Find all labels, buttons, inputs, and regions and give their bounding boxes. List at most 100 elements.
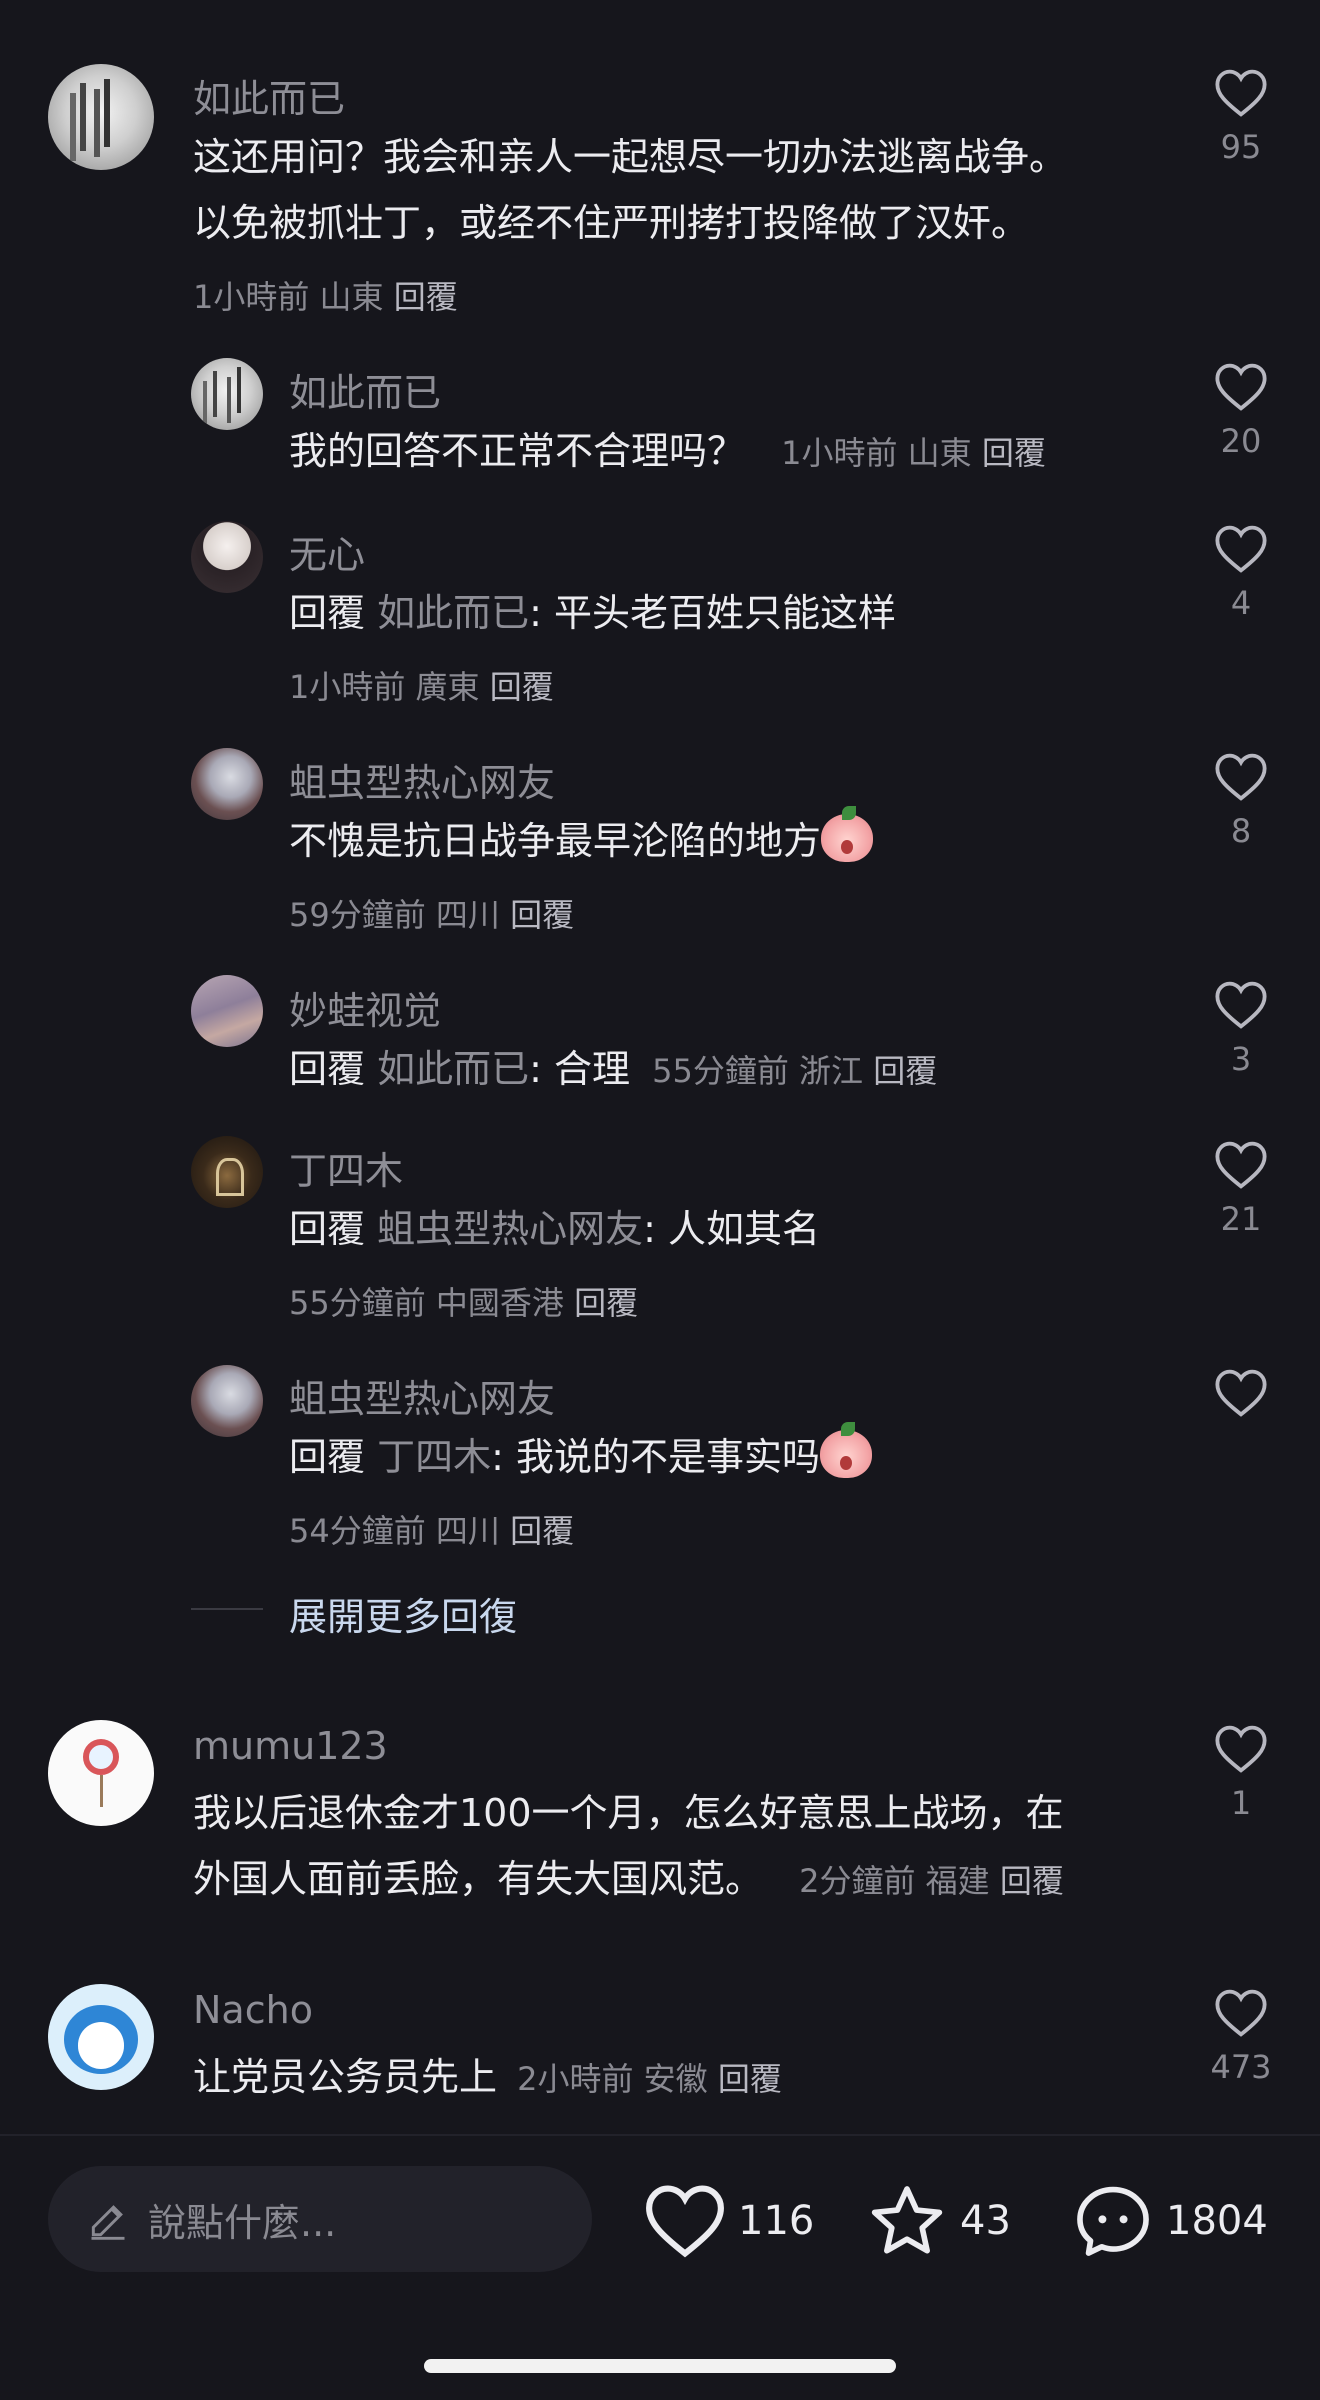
comment-meta: 55分鐘前 浙江 回覆	[652, 1052, 937, 1090]
comment-time: 55分鐘前	[289, 1284, 426, 1322]
comment-author[interactable]: 如此而已	[193, 68, 345, 123]
comment-author[interactable]: 如此而已	[289, 362, 441, 417]
comment-time: 1小時前	[781, 434, 898, 472]
comment-text: 不愧是抗日战争最早沦陷的地方	[289, 806, 874, 874]
like-count: 473	[1210, 2048, 1272, 2086]
home-indicator[interactable]	[424, 2359, 896, 2373]
comment-author[interactable]: 蛆虫型热心网友	[289, 1368, 555, 1423]
comment-time: 55分鐘前	[652, 1052, 789, 1090]
like-post-button[interactable]: 116	[644, 2176, 814, 2266]
comment-meta: 59分鐘前 四川 回覆	[289, 890, 574, 936]
reply-button[interactable]: 回覆	[510, 1512, 574, 1550]
reply-target[interactable]: 如此而已	[377, 1047, 529, 1091]
avatar[interactable]	[48, 1720, 154, 1826]
comment-text-content: : 合理	[529, 1047, 631, 1091]
comment-text-line: 这还用问？我会和亲人一起想尽一切办法逃离战争。	[193, 135, 1068, 179]
comment-author[interactable]: mumu123	[193, 1724, 388, 1768]
like-count: 1	[1230, 1784, 1252, 1822]
reply-button[interactable]: 回覆	[1000, 1862, 1064, 1900]
reply-target[interactable]: 蛆虫型热心网友	[377, 1207, 643, 1251]
avatar[interactable]	[191, 748, 263, 820]
avatar[interactable]	[191, 975, 263, 1047]
avatar[interactable]	[191, 1136, 263, 1208]
avatar[interactable]	[191, 358, 263, 430]
pencil-icon	[91, 2205, 125, 2240]
comment-author[interactable]: 丁四木	[289, 1140, 403, 1195]
heart-outline-icon	[1215, 753, 1267, 801]
reply-button[interactable]: 回覆	[718, 2060, 782, 2098]
like-count: 8	[1230, 812, 1252, 850]
comment-text: 回覆 如此而已: 合理 55分鐘前 浙江 回覆	[289, 1036, 937, 1104]
comment-time: 59分鐘前	[289, 896, 426, 934]
chat-bubble-icon	[1077, 2186, 1149, 2256]
comment-location: 四川	[435, 896, 500, 934]
comment-meta: 2分鐘前 福建 回覆	[799, 1862, 1064, 1900]
reply-button[interactable]: 回覆	[394, 278, 458, 316]
comment-text-content: 让党员公务员先上	[193, 2055, 498, 2099]
comment-button[interactable]: 1804	[1072, 2176, 1268, 2266]
avatar[interactable]	[191, 1365, 263, 1437]
comment-time: 2分鐘前	[799, 1862, 916, 1900]
comment-text-content: 我的回答不正常不合理吗？	[289, 429, 746, 473]
comment-location: 浙江	[799, 1052, 864, 1090]
like-button[interactable]: 95	[1201, 68, 1281, 166]
expand-more-replies-button[interactable]: 展開更多回復	[289, 1586, 517, 1641]
comment-text: 回覆 蛆虫型热心网友: 人如其名	[289, 1196, 820, 1262]
like-button[interactable]: 20	[1201, 362, 1281, 460]
comment-location: 山東	[319, 278, 384, 316]
like-button[interactable]: 4	[1201, 524, 1281, 622]
reply-button[interactable]: 回覆	[510, 896, 574, 934]
avatar[interactable]	[48, 64, 154, 170]
comment-count: 1804	[1166, 2198, 1268, 2244]
comment-text-line: 我以后退休金才100一个月，怎么好意思上战场，在	[193, 1791, 1064, 1835]
comment-text-content: 不愧是抗日战争最早沦陷的地方	[289, 819, 822, 863]
like-count: 21	[1220, 1200, 1262, 1238]
reply-target[interactable]: 如此而已	[377, 591, 529, 635]
reply-prefix: 回覆	[289, 1207, 366, 1251]
like-button[interactable]: 1	[1201, 1724, 1281, 1822]
comment-input[interactable]: 說點什麼...	[48, 2166, 592, 2272]
reply-prefix: 回覆	[289, 591, 366, 635]
comment-meta: 1小時前 廣東 回覆	[289, 662, 554, 708]
heart-outline-icon	[1215, 363, 1267, 411]
reply-button[interactable]: 回覆	[490, 668, 554, 706]
comment-text: 我以后退休金才100一个月，怎么好意思上战场，在 外国人面前丢脸，有失大国风范。…	[193, 1780, 1064, 1914]
comment-text: 让党员公务员先上 2小時前 安徽 回覆	[193, 2044, 782, 2112]
heart-outline-icon	[1215, 1989, 1267, 2037]
favorite-count: 43	[960, 2198, 1011, 2244]
reply-button[interactable]: 回覆	[574, 1284, 638, 1322]
comment-time: 2小時前	[517, 2060, 634, 2098]
comment-meta: 1小時前 山東 回覆	[193, 272, 458, 318]
reply-target[interactable]: 丁四木	[377, 1435, 491, 1479]
comment-text: 回覆 如此而已: 平头老百姓只能这样	[289, 580, 896, 646]
like-count: 3	[1230, 1040, 1252, 1078]
comment-location: 福建	[925, 1862, 990, 1900]
comment-input-placeholder: 說點什麼...	[148, 2201, 337, 2245]
comment-author[interactable]: Nacho	[193, 1988, 313, 2032]
like-count: 95	[1220, 128, 1262, 166]
heart-outline-icon	[1215, 981, 1267, 1029]
comment-author[interactable]: 蛆虫型热心网友	[289, 752, 555, 807]
favorite-button[interactable]: 43	[866, 2176, 1011, 2266]
reply-prefix: 回覆	[289, 1047, 366, 1091]
comment-text-content: 外国人面前丢脸，有失大国风范。	[193, 1857, 764, 1901]
heart-outline-icon	[1215, 69, 1267, 117]
reply-button[interactable]: 回覆	[982, 434, 1046, 472]
heart-outline-icon	[1215, 1725, 1267, 1773]
comment-text: 回覆 丁四木: 我说的不是事实吗	[289, 1422, 873, 1490]
like-button[interactable]	[1201, 1368, 1281, 1428]
like-button[interactable]: 3	[1201, 980, 1281, 1078]
like-button[interactable]: 473	[1201, 1988, 1281, 2086]
heart-outline-icon	[1215, 1369, 1267, 1417]
heart-outline-icon	[646, 2185, 724, 2258]
reply-button[interactable]: 回覆	[873, 1052, 937, 1090]
comment-meta: 54分鐘前 四川 回覆	[289, 1506, 574, 1552]
avatar[interactable]	[191, 521, 263, 593]
comment-author[interactable]: 妙蛙视觉	[289, 980, 441, 1035]
avatar[interactable]	[48, 1984, 154, 2090]
comment-location: 四川	[435, 1512, 500, 1550]
emoji-sticker-icon	[821, 806, 874, 862]
comment-author[interactable]: 无心	[289, 524, 365, 579]
like-button[interactable]: 21	[1201, 1140, 1281, 1238]
like-button[interactable]: 8	[1201, 752, 1281, 850]
